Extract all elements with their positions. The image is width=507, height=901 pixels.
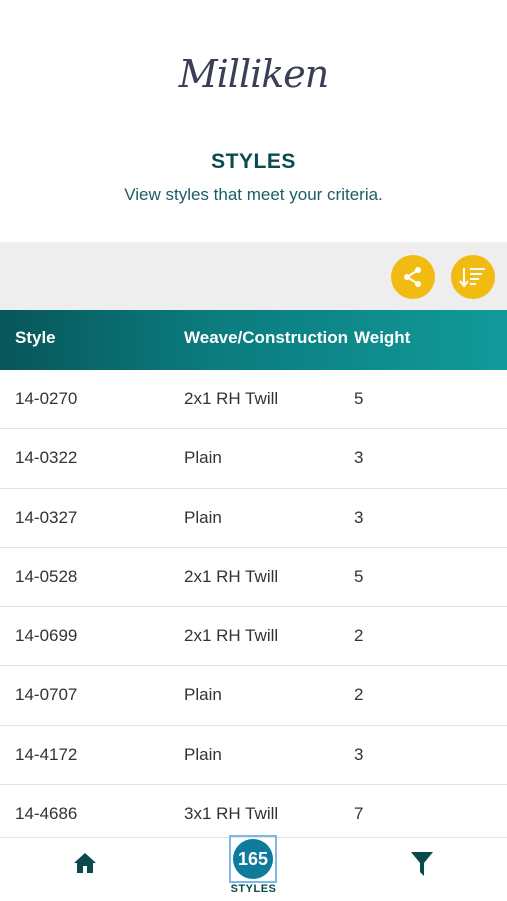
filter-icon <box>411 852 433 876</box>
column-header-weight[interactable]: Weight <box>354 310 410 370</box>
home-button[interactable] <box>72 850 98 876</box>
cell-weave: Plain <box>184 744 222 764</box>
column-header-weave[interactable]: Weave/Construction <box>184 310 348 370</box>
cell-weave: 2x1 RH Twill <box>184 566 279 586</box>
cell-style: 14-4686 <box>15 804 78 824</box>
cell-weight: 3 <box>354 744 364 764</box>
table-row[interactable]: 14-0699 2x1 RH Twill 2 <box>0 607 507 667</box>
cell-weave: Plain <box>184 685 222 705</box>
cell-weight: 3 <box>354 507 364 527</box>
cell-style: 14-0707 <box>15 685 78 705</box>
action-toolbar <box>0 242 507 310</box>
page-subtitle: View styles that meet your criteria. <box>124 185 383 204</box>
column-header-style[interactable]: Style <box>15 310 56 370</box>
cell-style: 14-0528 <box>15 566 78 586</box>
table-row[interactable]: 14-0707 Plain 2 <box>0 666 507 726</box>
cell-style: 14-4172 <box>15 744 78 764</box>
cell-weave: 2x1 RH Twill <box>184 389 279 408</box>
sort-icon <box>459 268 485 288</box>
page-title: STYLES <box>211 150 296 173</box>
table-row[interactable]: 14-0322 Plain 3 <box>0 429 507 489</box>
table-row[interactable]: 14-0528 2x1 RH Twill 5 <box>0 548 507 608</box>
logo-text: Milliken <box>178 52 330 96</box>
cell-style: 14-0327 <box>15 507 78 527</box>
cell-style: 14-0699 <box>15 626 78 646</box>
styles-table-body: 14-0270 2x1 RH Twill 5 14-0322 Plain 3 1… <box>0 370 507 845</box>
styles-count-label: STYLES <box>230 883 277 895</box>
cell-weave: Plain <box>184 507 222 527</box>
cell-style: 14-0270 <box>15 389 78 408</box>
table-header: Style Weave/Construction Weight <box>0 310 507 370</box>
cell-weight: 3 <box>354 448 364 468</box>
styles-count-badge: 165 <box>233 839 273 879</box>
cell-weight: 5 <box>354 389 364 408</box>
cell-weight: 7 <box>354 804 364 824</box>
cell-weave: Plain <box>184 448 222 468</box>
cell-weight: 2 <box>354 626 364 646</box>
share-icon <box>404 267 421 287</box>
share-button[interactable] <box>391 255 435 299</box>
table-row[interactable]: 14-4172 Plain 3 <box>0 726 507 786</box>
cell-weave: 2x1 RH Twill <box>184 626 279 646</box>
cell-weight: 2 <box>354 685 364 705</box>
table-row[interactable]: 14-0270 2x1 RH Twill 5 <box>0 370 507 430</box>
styles-count-button[interactable]: 165 <box>229 835 277 883</box>
table-row[interactable]: 14-0327 Plain 3 <box>0 489 507 548</box>
cell-style: 14-0322 <box>15 448 78 468</box>
sort-button[interactable] <box>451 255 495 299</box>
milliken-logo: Milliken <box>0 50 507 98</box>
cell-weight: 5 <box>354 566 364 586</box>
bottom-nav: 165 STYLES <box>0 835 507 901</box>
filter-button[interactable] <box>410 850 434 878</box>
home-icon <box>74 853 96 873</box>
